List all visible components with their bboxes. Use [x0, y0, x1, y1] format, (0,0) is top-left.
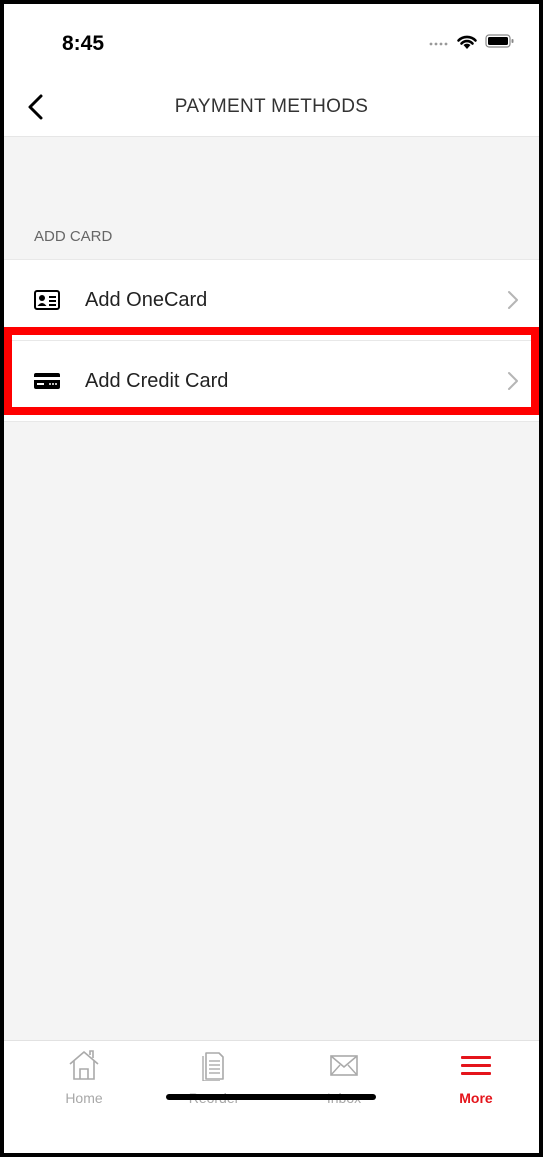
status-time: 8:45	[62, 32, 105, 55]
chevron-right-icon	[508, 372, 518, 390]
status-icons	[429, 32, 515, 50]
add-onecard-item[interactable]: Add OneCard	[4, 259, 539, 340]
tab-home-label: Home	[65, 1090, 103, 1106]
mail-icon	[330, 1055, 358, 1076]
battery-icon	[485, 34, 514, 48]
phone-screen: 8:45 PAYMENT METHODS ADD CARD Add OneCar…	[4, 4, 539, 1153]
section-header: ADD CARD	[34, 228, 113, 245]
page-title: PAYMENT METHODS	[174, 96, 369, 117]
tab-home[interactable]: Home	[34, 1049, 134, 1106]
credit-card-icon	[34, 373, 60, 389]
home-icon	[69, 1050, 99, 1080]
cellular-signal-icon	[429, 42, 448, 46]
add-credit-card-item[interactable]: Add Credit Card	[4, 340, 539, 422]
tab-more[interactable]: More	[426, 1049, 526, 1106]
status-bar: 8:45	[4, 4, 539, 80]
add-onecard-label: Add OneCard	[85, 288, 208, 311]
tab-more-label: More	[459, 1090, 493, 1106]
menu-icon	[461, 1056, 491, 1075]
navigation-bar: PAYMENT METHODS	[4, 80, 539, 137]
receipt-icon	[202, 1052, 224, 1082]
wifi-icon	[457, 35, 477, 49]
home-indicator	[166, 1094, 376, 1100]
add-credit-card-label: Add Credit Card	[85, 369, 229, 392]
id-card-icon	[34, 290, 60, 310]
chevron-right-icon	[508, 291, 518, 309]
